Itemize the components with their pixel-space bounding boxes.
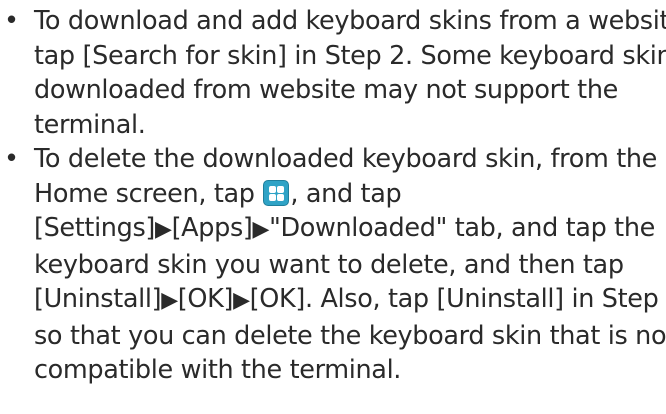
text-line: so that you can delete the keyboard skin… (34, 320, 666, 351)
text-segment: Home screen, tap (34, 178, 263, 209)
arrow-icon: ▶ (161, 288, 178, 313)
bullet-list: • To download and add keyboard skins fro… (0, 4, 666, 388)
text-line: keyboard skin you want to delete, and th… (34, 249, 624, 280)
text-line: compatible with the terminal. (34, 355, 402, 385)
arrow-icon: ▶ (252, 217, 270, 242)
list-item: • To download and add keyboard skins fro… (0, 4, 666, 142)
text-segment: "Downloaded" tab, and tap the (269, 213, 655, 243)
list-item: • To delete the downloaded keyboard skin… (0, 142, 666, 388)
text-segment: , and tap (290, 178, 402, 209)
text-line: To delete the downloaded keyboard skin, … (34, 144, 658, 174)
text-segment: [OK] (177, 284, 234, 314)
arrow-icon: ▶ (155, 217, 172, 242)
text-segment: [OK]. Also, tap [Uninstall] in Step 2 (249, 284, 666, 314)
text-line: downloaded from website may not support … (34, 75, 618, 105)
arrow-icon: ▶ (233, 288, 250, 313)
text-line: [Uninstall]▶[OK]▶[OK]. Also, tap [Uninst… (34, 282, 666, 319)
text-line: terminal. (34, 109, 146, 140)
text-segment: [Settings] (34, 213, 155, 243)
document-page: • To download and add keyboard skins fro… (0, 0, 666, 414)
text-line: Home screen, tap , and tap (34, 177, 666, 212)
text-line: tap [Search for skin] in Step 2. Some ke… (34, 40, 666, 71)
bullet-marker: • (4, 6, 19, 36)
apps-icon (263, 179, 290, 206)
text-segment: [Uninstall] (34, 284, 162, 314)
text-segment: [Apps] (171, 213, 253, 243)
bullet-marker: • (4, 144, 19, 174)
text-line: [Settings]▶[Apps]▶"Downloaded" tab, and … (34, 211, 666, 248)
text-line: To download and add keyboard skins from … (34, 6, 666, 36)
